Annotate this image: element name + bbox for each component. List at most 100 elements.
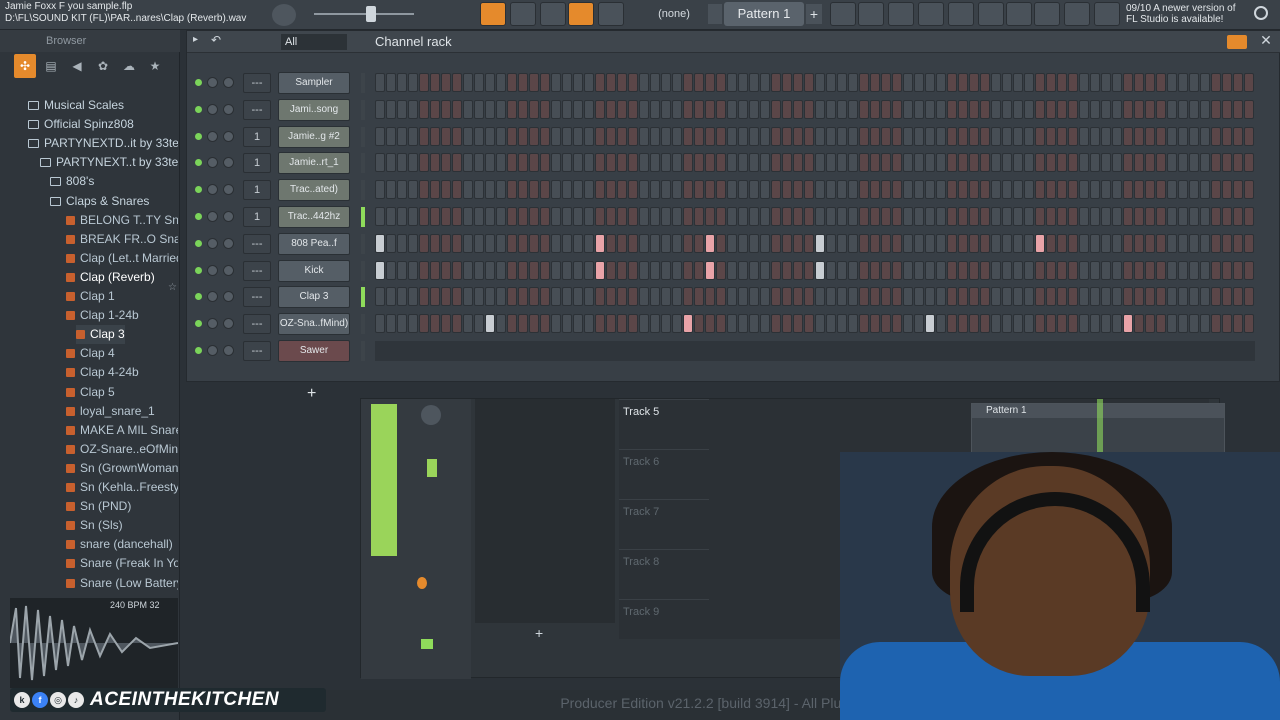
step-button[interactable] [1057, 287, 1067, 307]
step-button[interactable] [1013, 73, 1023, 92]
step-button[interactable] [650, 73, 660, 92]
step-button[interactable] [694, 153, 704, 173]
step-button[interactable] [892, 260, 902, 280]
step-button[interactable] [375, 233, 385, 253]
step-button[interactable] [628, 207, 638, 226]
step-button[interactable] [485, 180, 495, 200]
step-button[interactable] [430, 180, 440, 200]
step-button[interactable] [1035, 233, 1045, 253]
step-button[interactable] [936, 99, 946, 119]
step-button[interactable] [1189, 153, 1199, 173]
step-button[interactable] [474, 233, 484, 253]
step-button[interactable] [727, 180, 737, 200]
step-button[interactable] [639, 73, 649, 92]
step-button[interactable] [1211, 126, 1221, 146]
add-insert-icon[interactable]: + [535, 625, 549, 641]
step-button[interactable] [969, 99, 979, 119]
step-button[interactable] [1101, 314, 1111, 334]
step-button[interactable] [826, 314, 836, 334]
fader-handle[interactable] [427, 459, 437, 477]
step-button[interactable] [1145, 287, 1155, 307]
step-button[interactable] [1024, 260, 1034, 280]
step-button[interactable] [1068, 233, 1078, 253]
step-button[interactable] [1123, 207, 1133, 226]
step-button[interactable] [782, 99, 792, 119]
step-button[interactable] [606, 260, 616, 280]
step-button[interactable] [1145, 260, 1155, 280]
step-button[interactable] [584, 207, 594, 226]
step-button[interactable] [1123, 126, 1133, 146]
step-button[interactable] [1123, 153, 1133, 173]
step-button[interactable] [958, 314, 968, 334]
step-button[interactable] [408, 99, 418, 119]
step-button[interactable] [386, 99, 396, 119]
step-button[interactable] [969, 207, 979, 226]
step-button[interactable] [683, 99, 693, 119]
step-button[interactable] [463, 126, 473, 146]
step-button[interactable] [463, 99, 473, 119]
step-button[interactable] [650, 233, 660, 253]
step-button[interactable] [969, 287, 979, 307]
step-button[interactable] [881, 260, 891, 280]
step-button[interactable] [639, 126, 649, 146]
step-button[interactable] [1233, 287, 1243, 307]
step-button[interactable] [562, 207, 572, 226]
step-button[interactable] [980, 314, 990, 334]
step-button[interactable] [1024, 99, 1034, 119]
step-button[interactable] [518, 207, 528, 226]
step-button[interactable] [1057, 99, 1067, 119]
step-button[interactable] [1057, 180, 1067, 200]
step-button[interactable] [1222, 126, 1232, 146]
step-button[interactable] [1189, 73, 1199, 92]
step-button[interactable] [1046, 180, 1056, 200]
step-button[interactable] [507, 153, 517, 173]
browser-icon[interactable] [948, 2, 974, 26]
step-button[interactable] [771, 314, 781, 334]
step-button[interactable] [551, 260, 561, 280]
step-button[interactable] [881, 287, 891, 307]
step-button[interactable] [617, 99, 627, 119]
step-button[interactable] [375, 207, 385, 226]
step-button[interactable] [1244, 260, 1254, 280]
step-button[interactable] [914, 153, 924, 173]
step-button[interactable] [925, 126, 935, 146]
step-button[interactable] [1156, 180, 1166, 200]
step-button[interactable] [1222, 314, 1232, 334]
step-button[interactable] [419, 207, 429, 226]
channel-enable-led[interactable] [195, 79, 202, 86]
step-button[interactable] [749, 233, 759, 253]
channel-pan-knob[interactable] [207, 318, 218, 330]
step-button[interactable] [397, 180, 407, 200]
step-button[interactable] [1013, 99, 1023, 119]
step-button[interactable] [793, 126, 803, 146]
step-button[interactable] [1079, 99, 1089, 119]
step-button[interactable] [386, 314, 396, 334]
step-button[interactable] [760, 287, 770, 307]
step-button[interactable] [573, 126, 583, 146]
step-button[interactable] [1178, 314, 1188, 334]
step-button[interactable] [760, 260, 770, 280]
step-button[interactable] [738, 126, 748, 146]
step-button[interactable] [771, 207, 781, 226]
step-button[interactable] [903, 233, 913, 253]
step-button[interactable] [1200, 260, 1210, 280]
step-button[interactable] [881, 99, 891, 119]
step-button[interactable] [969, 260, 979, 280]
step-button[interactable] [1189, 260, 1199, 280]
step-button[interactable] [1013, 153, 1023, 173]
step-button[interactable] [738, 233, 748, 253]
step-button[interactable] [980, 126, 990, 146]
close-icon[interactable]: ✕ [1257, 32, 1275, 50]
step-button[interactable] [991, 207, 1001, 226]
channel-enable-led[interactable] [195, 132, 202, 140]
mixer-track-selector[interactable]: --- [243, 314, 271, 335]
step-button[interactable] [694, 233, 704, 253]
step-button[interactable] [980, 260, 990, 280]
step-button[interactable] [881, 314, 891, 334]
step-button[interactable] [1112, 314, 1122, 334]
step-button[interactable] [1024, 233, 1034, 253]
step-button[interactable] [430, 233, 440, 253]
step-button[interactable] [848, 99, 858, 119]
step-button[interactable] [540, 260, 550, 280]
step-button[interactable] [815, 99, 825, 119]
